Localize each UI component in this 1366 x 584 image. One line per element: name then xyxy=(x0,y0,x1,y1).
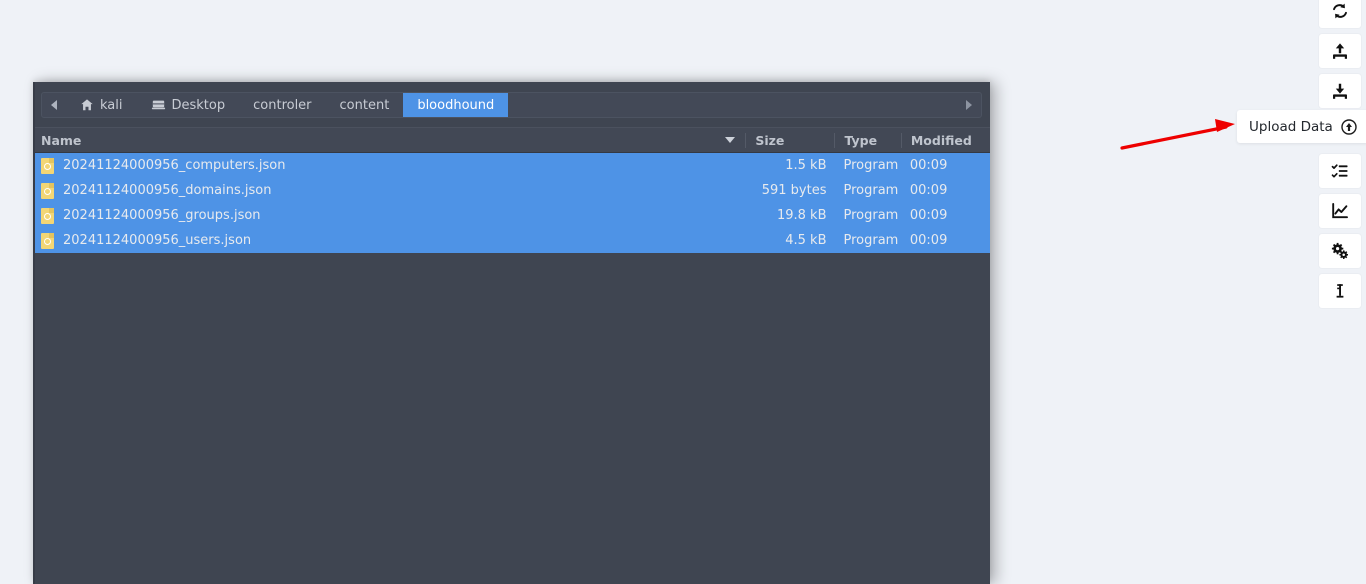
file-modified-cell: 00:09 xyxy=(909,183,948,198)
column-header-name[interactable]: Name xyxy=(33,133,745,148)
table-row[interactable]: 20241124000956_users.json 4.5 kB Program… xyxy=(33,228,990,253)
download-icon[interactable] xyxy=(1319,74,1361,108)
file-size-cell: 4.5 kB xyxy=(785,233,827,248)
column-header-name-label: Name xyxy=(41,132,82,148)
annotation-arrow xyxy=(1120,119,1235,150)
breadcrumb-item-controler[interactable]: controler xyxy=(239,93,325,117)
file-name-cell: 20241124000956_computers.json xyxy=(33,157,745,174)
icon-rail xyxy=(1314,0,1366,308)
sort-descending-icon xyxy=(725,137,736,143)
desktop-icon xyxy=(151,100,165,110)
file-type-cell: Program xyxy=(843,233,899,248)
info-icon[interactable] xyxy=(1319,274,1361,308)
file-name-cell: 20241124000956_groups.json xyxy=(33,207,745,224)
breadcrumb-forward-button[interactable] xyxy=(957,93,981,117)
column-header-size[interactable]: Size xyxy=(745,132,834,148)
json-file-icon xyxy=(41,157,54,174)
table-row[interactable]: 20241124000956_domains.json 591 bytes Pr… xyxy=(33,178,990,203)
window-left-gutter xyxy=(33,82,35,584)
file-modified-cell: 00:09 xyxy=(909,233,948,248)
home-icon xyxy=(81,99,93,111)
file-type-cell: Program xyxy=(843,183,899,198)
file-list-header: Name Size Type Modified xyxy=(33,127,990,153)
json-file-icon xyxy=(41,182,54,199)
file-name-label: 20241124000956_groups.json xyxy=(63,208,261,223)
file-list-empty-area[interactable] xyxy=(33,253,990,584)
settings-gears-icon[interactable] xyxy=(1319,234,1361,268)
breadcrumb-label: bloodhound xyxy=(417,97,495,113)
column-header-type-label: Type xyxy=(844,132,878,148)
column-header-modified[interactable]: Modified xyxy=(900,132,990,148)
breadcrumb-item-content[interactable]: content xyxy=(326,93,404,117)
breadcrumb-item-bloodhound[interactable]: bloodhound xyxy=(403,93,509,117)
refresh-icon[interactable] xyxy=(1319,0,1361,28)
breadcrumb-back-button[interactable] xyxy=(42,93,66,117)
breadcrumb-label: controler xyxy=(253,97,312,113)
file-name-cell: 20241124000956_users.json xyxy=(33,232,745,249)
upload-data-icon[interactable] xyxy=(1319,114,1361,148)
file-type-cell: Program xyxy=(843,208,899,223)
column-header-modified-label: Modified xyxy=(910,132,972,148)
file-name-cell: 20241124000956_domains.json xyxy=(33,182,745,199)
file-list: 20241124000956_computers.json 1.5 kB Pro… xyxy=(33,153,990,253)
breadcrumb-label: Desktop xyxy=(171,97,226,113)
breadcrumb-label: kali xyxy=(100,97,123,113)
breadcrumb-item-desktop[interactable]: Desktop xyxy=(137,93,240,117)
chart-icon[interactable] xyxy=(1319,194,1361,228)
file-size-cell: 19.8 kB xyxy=(776,208,827,223)
column-header-type[interactable]: Type xyxy=(834,132,900,148)
file-size-cell: 1.5 kB xyxy=(785,158,827,173)
upload-icon[interactable] xyxy=(1319,34,1361,68)
file-name-label: 20241124000956_users.json xyxy=(63,233,252,248)
json-file-icon xyxy=(41,207,54,224)
breadcrumb: kali Desktop controler content bloodhoun… xyxy=(41,92,982,118)
file-name-label: 20241124000956_domains.json xyxy=(63,183,272,198)
checklist-icon[interactable] xyxy=(1319,154,1361,188)
breadcrumb-label: content xyxy=(339,97,390,113)
json-file-icon xyxy=(41,232,54,249)
pathbar-container: kali Desktop controler content bloodhoun… xyxy=(33,82,990,127)
table-row[interactable]: 20241124000956_groups.json 19.8 kB Progr… xyxy=(33,203,990,228)
chevron-right-icon xyxy=(966,100,972,110)
file-manager-window: kali Desktop controler content bloodhoun… xyxy=(33,82,990,584)
breadcrumb-item-kali[interactable]: kali xyxy=(66,93,137,117)
column-header-size-label: Size xyxy=(755,132,785,148)
file-type-cell: Program xyxy=(843,158,899,173)
table-row[interactable]: 20241124000956_computers.json 1.5 kB Pro… xyxy=(33,153,990,178)
file-modified-cell: 00:09 xyxy=(909,208,948,223)
file-size-cell: 591 bytes xyxy=(761,183,827,198)
chevron-left-icon xyxy=(51,100,57,110)
file-name-label: 20241124000956_computers.json xyxy=(63,158,286,173)
file-modified-cell: 00:09 xyxy=(909,158,948,173)
